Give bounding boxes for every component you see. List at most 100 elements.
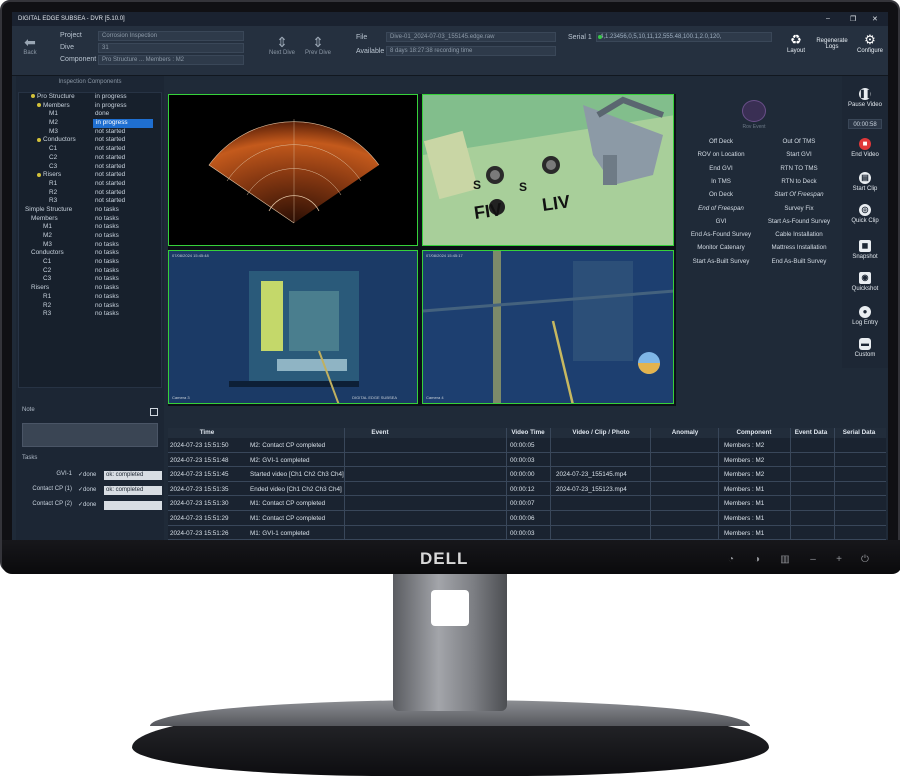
- camera-2-view[interactable]: FIV LIV S S: [422, 94, 674, 246]
- column-header[interactable]: Serial Data: [834, 429, 884, 436]
- task-status-select[interactable]: [104, 501, 162, 510]
- tree-item[interactable]: C1 not started: [19, 145, 161, 154]
- task-status-select[interactable]: ok: completed: [104, 486, 162, 495]
- camera-4-view[interactable]: 07/08/2024 15:45:17 Camera 4: [422, 250, 674, 404]
- tree-item[interactable]: C2 not started: [19, 154, 161, 163]
- minimize-icon[interactable]: –: [826, 15, 830, 22]
- column-header[interactable]: Event Data: [790, 429, 832, 436]
- monitor-button-2[interactable]: ◑: [750, 553, 764, 567]
- event-button[interactable]: End As-Built Survey: [760, 258, 838, 265]
- regenerate-logs-button[interactable]: Regenerate Logs: [814, 38, 850, 50]
- tree-item[interactable]: Simple Structure no tasks: [19, 206, 161, 215]
- event-button[interactable]: Out Of TMS: [760, 138, 838, 145]
- tree-item[interactable]: Risers not started: [19, 171, 161, 180]
- expand-note-icon[interactable]: [150, 408, 158, 416]
- column-header[interactable]: Time: [168, 429, 246, 436]
- table-row[interactable]: 2024-07-23 15:51:50 M2: Contact CP comple…: [168, 438, 886, 453]
- component-field[interactable]: Pro Structure ... Members : M2: [98, 55, 244, 65]
- quick-clip-button[interactable]: ◎ Quick Clip: [842, 204, 888, 224]
- table-row[interactable]: 2024-07-23 15:51:30 M1: Contact CP comple…: [168, 496, 886, 511]
- tree-item[interactable]: Conductors no tasks: [19, 249, 161, 258]
- event-button[interactable]: On Deck: [682, 191, 760, 198]
- maximize-icon[interactable]: ❐: [850, 15, 856, 23]
- component-tree[interactable]: Pro Structure in progress Members in progre…: [18, 92, 162, 388]
- prev-dive-button[interactable]: ⇕ Prev Dive: [304, 34, 332, 56]
- tree-item[interactable]: Members in progress: [19, 102, 161, 111]
- event-button[interactable]: Off Deck: [682, 138, 760, 145]
- event-button[interactable]: Start As-Built Survey: [682, 258, 760, 265]
- camera-4-label: Camera 4: [426, 395, 444, 400]
- close-icon[interactable]: ✕: [872, 15, 878, 23]
- tree-item[interactable]: R2 not started: [19, 189, 161, 198]
- note-input[interactable]: [22, 423, 158, 447]
- event-button[interactable]: ROV on Location: [682, 151, 760, 158]
- tree-item[interactable]: R3 not started: [19, 197, 161, 206]
- tree-item[interactable]: R3 no tasks: [19, 310, 161, 319]
- configure-button[interactable]: ⚙ Configure: [854, 32, 886, 54]
- monitor-button-1[interactable]: ◔: [724, 553, 738, 567]
- monitor-button-4[interactable]: –: [806, 553, 820, 567]
- dive-field[interactable]: 31: [98, 43, 244, 53]
- tree-item[interactable]: C3 not started: [19, 163, 161, 172]
- event-button[interactable]: End of Freespan: [682, 205, 760, 212]
- table-row[interactable]: 2024-07-23 15:51:35 Ended video [Ch1 Ch2 …: [168, 482, 886, 497]
- log-entry-button[interactable]: ● Log Entry: [842, 306, 888, 326]
- event-button[interactable]: End As-Found Survey: [682, 231, 760, 238]
- camera-1-view[interactable]: [168, 94, 418, 246]
- snapshot-button[interactable]: ◼ Snapshot: [842, 240, 888, 260]
- event-button[interactable]: Survey Fix: [760, 205, 838, 212]
- power-icon[interactable]: ⏻: [858, 553, 872, 567]
- column-header[interactable]: Video / Clip / Photo: [552, 429, 650, 436]
- tree-item[interactable]: M2 in progress: [19, 119, 161, 128]
- event-button[interactable]: In TMS: [682, 178, 760, 185]
- back-button[interactable]: ⬅ Back: [18, 34, 42, 56]
- custom-button[interactable]: ▬ Custom: [842, 338, 888, 358]
- tree-item[interactable]: M1 no tasks: [19, 223, 161, 232]
- status-dot-icon: [31, 94, 35, 99]
- tree-item[interactable]: R2 no tasks: [19, 302, 161, 311]
- column-header[interactable]: Video Time: [506, 429, 550, 436]
- task-status-select[interactable]: ok: completed: [104, 471, 162, 480]
- tree-item[interactable]: C2 no tasks: [19, 267, 161, 276]
- event-button[interactable]: End GVI: [682, 165, 760, 172]
- tree-item[interactable]: M3 not started: [19, 128, 161, 137]
- tree-item[interactable]: Members no tasks: [19, 215, 161, 224]
- camera-3-view[interactable]: 07/08/2024 15:45:48 Camera 3 DIGITAL EDG…: [168, 250, 418, 404]
- table-row[interactable]: 2024-07-23 15:51:29 M1: Contact CP comple…: [168, 511, 886, 526]
- event-button[interactable]: Start As-Found Survey: [760, 218, 838, 225]
- tree-item[interactable]: R1 no tasks: [19, 293, 161, 302]
- tree-item[interactable]: R1 not started: [19, 180, 161, 189]
- tree-item[interactable]: C1 no tasks: [19, 258, 161, 267]
- event-button[interactable]: RTN TO TMS: [760, 165, 838, 172]
- tree-item[interactable]: M2 no tasks: [19, 232, 161, 241]
- event-button[interactable]: Start GVI: [760, 151, 838, 158]
- project-field[interactable]: Corrosion Inspection: [98, 31, 244, 41]
- tree-item[interactable]: Pro Structure in progress: [19, 93, 161, 102]
- event-button[interactable]: GVI: [682, 218, 760, 225]
- next-dive-button[interactable]: ⇕ Next Dive: [268, 34, 296, 56]
- event-button[interactable]: Cable Installation: [760, 231, 838, 238]
- table-row[interactable]: 2024-07-23 15:51:48 M2: GVI-1 completed 00…: [168, 453, 886, 468]
- event-button[interactable]: Start Of Freespan: [760, 191, 838, 198]
- tree-item[interactable]: M1 done: [19, 110, 161, 119]
- event-button[interactable]: RTN to Deck: [760, 178, 838, 185]
- event-button[interactable]: Mattress Installation: [760, 244, 838, 251]
- tree-item[interactable]: Risers no tasks: [19, 284, 161, 293]
- table-row[interactable]: 2024-07-23 15:51:26 M1: GVI-1 completed 00…: [168, 526, 886, 541]
- pause-video-button[interactable]: ❚❚ Pause Video: [842, 88, 888, 108]
- event-button[interactable]: Monitor Catenary: [682, 244, 760, 251]
- quickshot-button[interactable]: ◉ Quickshot: [842, 272, 888, 292]
- column-header[interactable]: Event: [250, 429, 510, 436]
- start-clip-button[interactable]: ▤ Start Clip: [842, 172, 888, 192]
- layout-button[interactable]: ♻ Layout: [780, 32, 812, 54]
- column-header[interactable]: Anomaly: [652, 429, 718, 436]
- file-field[interactable]: Dive-01_2024-07-03_155145.edge.raw: [386, 32, 556, 42]
- tree-item[interactable]: M3 no tasks: [19, 241, 161, 250]
- monitor-button-5[interactable]: +: [832, 553, 846, 567]
- table-row[interactable]: 2024-07-23 15:51:45 Started video [Ch1 Ch…: [168, 467, 886, 482]
- monitor-button-3[interactable]: ▥: [778, 553, 792, 567]
- column-header[interactable]: Component: [720, 429, 788, 436]
- end-video-button[interactable]: ■ End Video: [842, 138, 888, 158]
- tree-item[interactable]: C3 no tasks: [19, 275, 161, 284]
- tree-item[interactable]: Conductors not started: [19, 136, 161, 145]
